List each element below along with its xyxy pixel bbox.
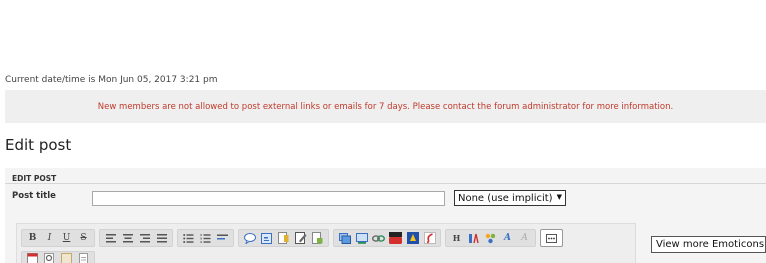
numbered-list-icon[interactable] <box>197 231 214 245</box>
toolbar-row-1: B I U S H A A <box>21 229 567 247</box>
panel-header: EDIT POST <box>5 168 766 184</box>
list-group <box>177 229 234 247</box>
align-right-icon[interactable] <box>136 231 153 245</box>
post-title-label: Post title <box>12 191 56 201</box>
gif-icon[interactable] <box>58 251 75 263</box>
font-size-icon[interactable]: A <box>499 231 516 245</box>
bold-icon[interactable]: B <box>24 231 41 245</box>
italic-icon[interactable]: I <box>41 231 58 245</box>
image-icon[interactable] <box>336 231 353 245</box>
table-icon[interactable] <box>309 231 326 245</box>
youtube-icon[interactable] <box>387 231 404 245</box>
spoiler-icon[interactable] <box>275 231 292 245</box>
editor-toolbar: B I U S H A A <box>16 223 636 263</box>
justify-icon[interactable] <box>153 231 170 245</box>
hide-icon[interactable] <box>292 231 309 245</box>
text-style-group: B I U S <box>21 229 95 247</box>
horizontal-rule-icon[interactable] <box>214 231 231 245</box>
bullet-list-icon[interactable] <box>180 231 197 245</box>
date-icon[interactable] <box>24 251 41 263</box>
search-icon[interactable] <box>41 251 58 263</box>
more-format-icon[interactable]: A <box>516 231 533 245</box>
dailymotion-icon[interactable] <box>404 231 421 245</box>
more-icon[interactable] <box>543 231 560 245</box>
notice-text: New members are not allowed to post exte… <box>97 101 674 112</box>
panel-heading: EDIT POST <box>12 174 57 183</box>
page-title: Edit post <box>5 136 72 154</box>
toolbar-row-2 <box>21 251 99 263</box>
strikethrough-icon[interactable]: S <box>75 231 92 245</box>
insert-block-group <box>238 229 329 247</box>
alignment-group <box>99 229 173 247</box>
view-more-emoticons-button[interactable]: View more Emoticons <box>651 236 766 253</box>
link-icon[interactable] <box>370 231 387 245</box>
align-center-icon[interactable] <box>119 231 136 245</box>
more-group <box>540 229 563 247</box>
quote-icon[interactable] <box>241 231 258 245</box>
flash-icon[interactable] <box>421 231 438 245</box>
misc-group <box>21 251 95 263</box>
page-icon[interactable] <box>75 251 92 263</box>
post-title-input[interactable] <box>92 191 445 206</box>
font-family-icon[interactable] <box>465 231 482 245</box>
align-left-icon[interactable] <box>102 231 119 245</box>
color-icon[interactable] <box>482 231 499 245</box>
font-group: H A A <box>445 229 536 247</box>
code-icon[interactable] <box>258 231 275 245</box>
underline-icon[interactable]: U <box>58 231 75 245</box>
post-icon-select[interactable]: None (use implicit) ▼ <box>454 190 566 206</box>
post-icon-select-value: None (use implicit) <box>458 192 553 204</box>
heading-icon[interactable]: H <box>448 231 465 245</box>
image-host-icon[interactable] <box>353 231 370 245</box>
media-group <box>333 229 441 247</box>
dropdown-arrow-icon: ▼ <box>556 193 562 201</box>
new-member-notice: New members are not allowed to post exte… <box>5 90 766 123</box>
current-datetime: Current date/time is Mon Jun 05, 2017 3:… <box>5 75 218 85</box>
